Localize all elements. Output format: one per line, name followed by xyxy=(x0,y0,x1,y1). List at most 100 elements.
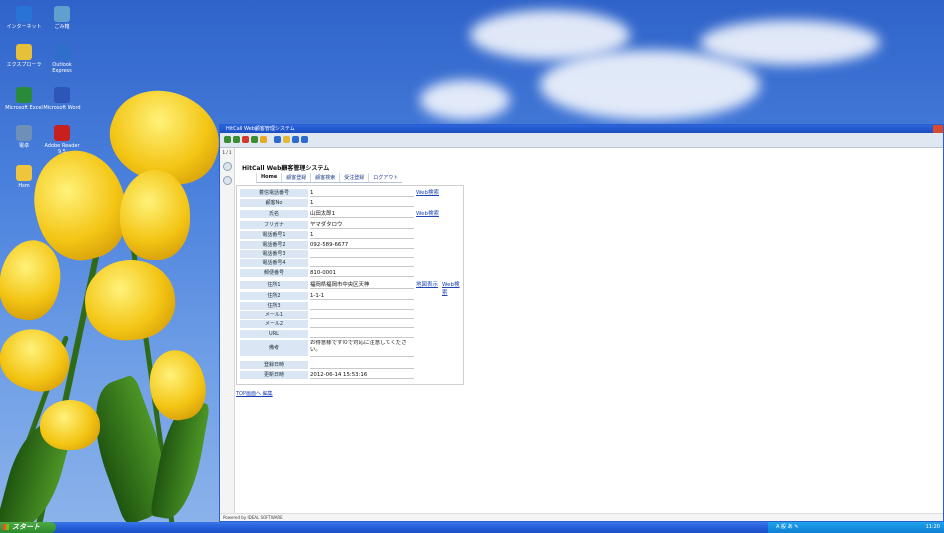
adobe-reader-icon xyxy=(54,125,70,141)
calculator-icon xyxy=(16,125,32,141)
word-icon xyxy=(54,87,70,103)
nav-customer-search[interactable]: 顧客検索 xyxy=(310,173,339,182)
form-row-furigana: フリガナ ヤマダタロウ xyxy=(237,221,463,229)
side-down-icon[interactable] xyxy=(223,176,232,185)
internet-explorer-icon xyxy=(16,6,32,22)
side-up-icon[interactable] xyxy=(223,162,232,171)
refresh-icon[interactable] xyxy=(251,136,258,143)
field-label: 電話番号4 xyxy=(240,259,308,267)
web-search-link[interactable]: Web検索 xyxy=(416,189,439,197)
desktop-icon-excel[interactable]: Microsoft Excel xyxy=(4,87,44,111)
forward-icon[interactable] xyxy=(233,136,240,143)
field-label: 住所2 xyxy=(240,292,308,300)
field-label: 電話番号3 xyxy=(240,250,308,258)
form-row-address2: 住所2 1-1-1 xyxy=(237,292,463,300)
clock: 11:20 xyxy=(925,524,940,530)
stop-icon[interactable] xyxy=(242,136,249,143)
form-row-phone3: 電話番号3 xyxy=(237,250,463,258)
field-label: 電話番号2 xyxy=(240,241,308,249)
form-row-updated-at: 更新日時 2012-06-14 15:53:16 xyxy=(237,371,463,379)
home-icon[interactable] xyxy=(260,136,267,143)
desktop-icon-internet[interactable]: インターネット xyxy=(4,6,44,30)
desktop-icon-folder[interactable]: Hsm xyxy=(4,165,44,189)
recycle-bin-icon xyxy=(54,6,70,22)
field-value: 092-589-6677 xyxy=(310,241,414,249)
field-value xyxy=(310,311,414,319)
web-search-link[interactable]: Web検索 xyxy=(416,210,439,218)
form-row-phone2: 電話番号2 092-589-6677 xyxy=(237,241,463,249)
field-value xyxy=(310,361,414,369)
field-value xyxy=(310,320,414,328)
print-icon[interactable] xyxy=(301,136,308,143)
form-row-phone4: 電話番号4 xyxy=(237,259,463,267)
form-row-name: 氏名 山田太郎1 Web検索 xyxy=(237,210,463,218)
outlook-express-icon xyxy=(54,44,70,60)
back-icon[interactable] xyxy=(224,136,231,143)
system-tray: A 般 あ ✎ 11:20 xyxy=(768,522,944,533)
ime-indicator[interactable]: A 般 あ ✎ xyxy=(776,524,798,530)
field-label: 住所3 xyxy=(240,302,308,310)
nav-customer-register[interactable]: 顧客登録 xyxy=(281,173,310,182)
nav-order-register[interactable]: 受注登録 xyxy=(339,173,368,182)
field-value xyxy=(310,259,414,267)
field-label: 顧客No xyxy=(240,199,308,207)
field-label: 住所1 xyxy=(240,281,308,289)
window-title: HitCall Web顧客管理システム xyxy=(226,126,295,132)
field-value: お得意様ですので対応に注意してください。 xyxy=(310,340,414,357)
bottom-links[interactable]: TOP画面へ 編集 xyxy=(236,390,273,397)
form-row-incoming-phone: 着信電話番号 1 Web検索 xyxy=(237,189,463,197)
explorer-icon xyxy=(16,44,32,60)
browser-toolbar xyxy=(220,133,943,148)
field-value: 2012-06-14 15:53:16 xyxy=(310,371,414,379)
start-button[interactable]: スタート xyxy=(0,522,56,533)
field-label: 郵便番号 xyxy=(240,269,308,277)
field-value: 山田太郎1 xyxy=(310,210,414,218)
history-icon[interactable] xyxy=(292,136,299,143)
field-value xyxy=(310,250,414,258)
desktop-icon-recycle-bin[interactable]: ごみ箱 xyxy=(42,6,82,30)
field-value: 1-1-1 xyxy=(310,292,414,300)
form-row-phone1: 電話番号1 1 xyxy=(237,231,463,239)
field-value: 福岡県福岡市中央区天神 xyxy=(310,281,414,289)
nav-logout[interactable]: ログアウト xyxy=(368,173,402,182)
nav-home[interactable]: Home xyxy=(256,173,281,182)
form-row-customer-no: 顧客No 1 xyxy=(237,199,463,207)
field-value: 810-0001 xyxy=(310,269,414,277)
desktop-icon-calculator[interactable]: 電卓 xyxy=(4,125,44,149)
close-button[interactable] xyxy=(933,125,943,133)
customer-record-form: 着信電話番号 1 Web検索 顧客No 1 氏名 山田太郎1 Web検索 フリガ… xyxy=(236,185,464,385)
favorites-icon[interactable] xyxy=(283,136,290,143)
search-icon[interactable] xyxy=(274,136,281,143)
folder-icon xyxy=(16,165,32,181)
page-title: HitCall Web顧客管理システム xyxy=(242,165,330,172)
field-label: 着信電話番号 xyxy=(240,189,308,197)
main-nav: Home 顧客登録 顧客検索 受注登録 ログアウト xyxy=(256,173,403,183)
field-value: 1 xyxy=(310,199,414,207)
field-label: フリガナ xyxy=(240,221,308,229)
field-label: メール2 xyxy=(240,320,308,328)
form-row-remarks: 備考 お得意様ですので対応に注意してください。 xyxy=(237,340,463,357)
field-label: 更新日時 xyxy=(240,371,308,379)
desktop-icon-adobe-reader[interactable]: Adobe Reader 9.5 xyxy=(42,125,82,155)
status-text: Powered by IDEAL SOFTWARE xyxy=(223,515,283,520)
page-counter: 1 / 1 xyxy=(222,150,232,155)
field-label: 電話番号1 xyxy=(240,231,308,239)
windows-logo-icon xyxy=(3,524,9,530)
side-panel: 1 / 1 xyxy=(220,148,235,520)
desktop-icon-outlook-express[interactable]: Outlook Express xyxy=(42,44,82,74)
field-value: ヤマダタロウ xyxy=(310,221,414,229)
desktop-icon-explorer[interactable]: エクスプローラ xyxy=(4,44,44,68)
field-label: 備考 xyxy=(240,340,308,356)
field-label: URL xyxy=(240,330,308,338)
taskbar: スタート A 般 あ ✎ 11:20 xyxy=(0,522,944,533)
form-row-created-at: 登録日時 xyxy=(237,361,463,369)
field-value: 1 xyxy=(310,189,414,197)
form-row-address1: 住所1 福岡県福岡市中央区天神 地図表示 Web検索 xyxy=(237,281,463,296)
window-titlebar[interactable]: HitCall Web顧客管理システム xyxy=(220,125,943,133)
form-row-url: URL xyxy=(237,330,463,338)
form-row-postal-code: 郵便番号 810-0001 xyxy=(237,269,463,277)
form-row-address3: 住所3 xyxy=(237,302,463,310)
form-row-email2: メール2 xyxy=(237,320,463,328)
map-link[interactable]: 地図表示 xyxy=(416,281,438,289)
desktop-icon-word[interactable]: Microsoft Word xyxy=(42,87,82,111)
